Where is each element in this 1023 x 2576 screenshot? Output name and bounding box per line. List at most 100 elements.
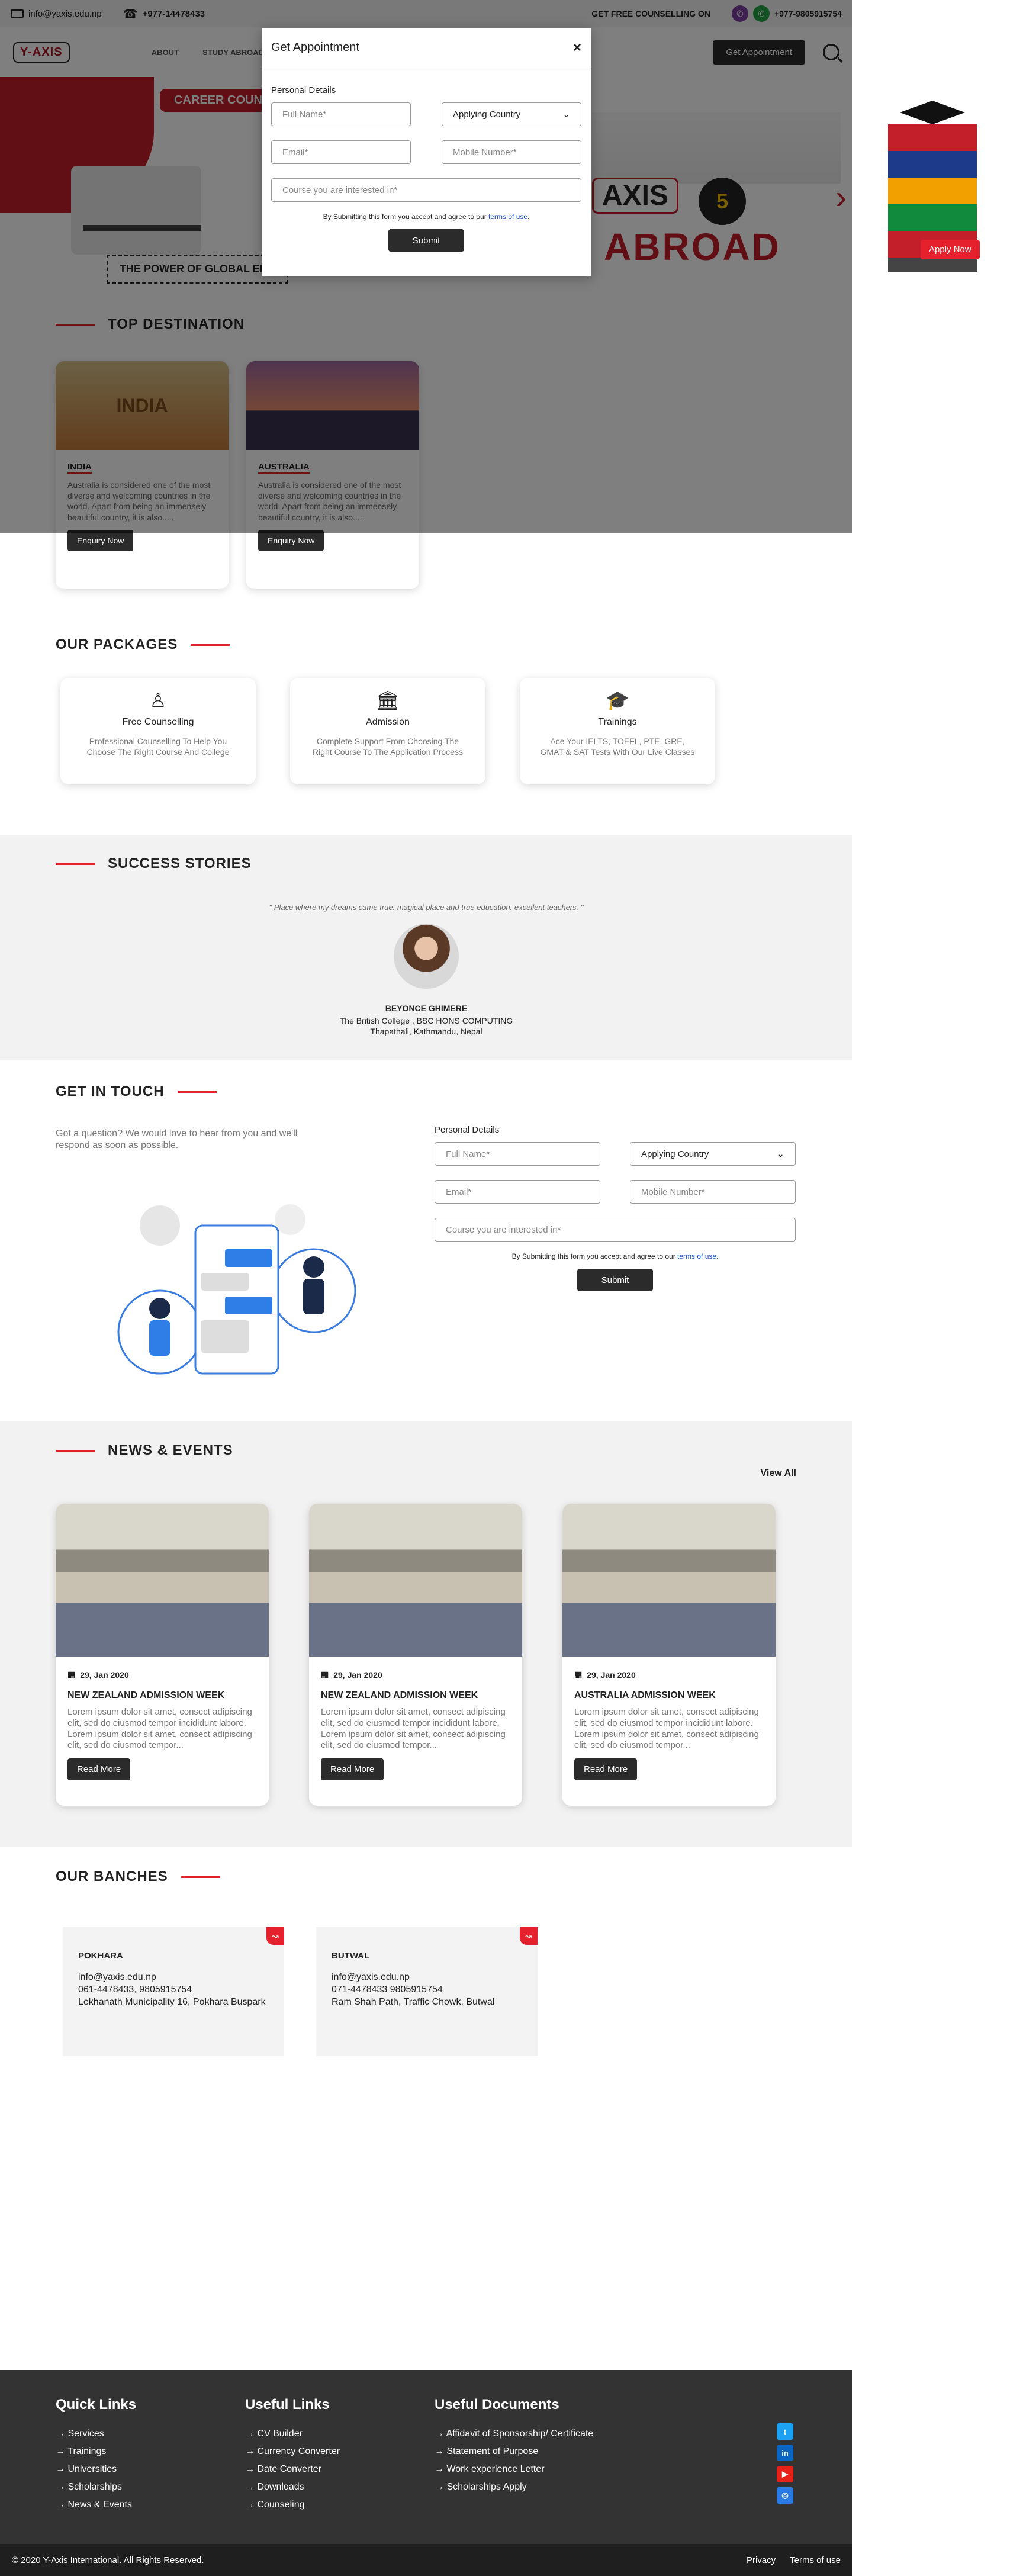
- footer-useful-links: Useful Links → CV Builder → Currency Con…: [245, 2397, 340, 2510]
- footer-link[interactable]: → Affidavit of Sponsorship/ Certificate: [435, 2429, 593, 2439]
- submit-button[interactable]: Submit: [388, 229, 464, 252]
- contact-illustration: [117, 1204, 356, 1375]
- news-text: Lorem ipsum dolor sit amet, consect adip…: [574, 1707, 759, 1751]
- admission-icon: 🏛: [375, 690, 400, 711]
- branch-phone[interactable]: 071-4478433 9805915754: [332, 1984, 522, 1996]
- course-field[interactable]: Course you are interested in*: [271, 178, 581, 202]
- branch-tag-icon: ↝: [520, 1927, 538, 1945]
- enquiry-button[interactable]: Enquiry Now: [67, 529, 134, 551]
- youtube-icon[interactable]: ▶: [777, 2466, 793, 2482]
- footer-link[interactable]: → News & Events: [56, 2500, 136, 2510]
- footer-documents: Useful Documents → Affidavit of Sponsors…: [435, 2397, 594, 2493]
- full-name-field[interactable]: Full Name*: [271, 102, 411, 126]
- news-events-section: NEWS & EVENTS View All ▦ 29, Jan 2020 NEW…: [0, 1421, 852, 1847]
- news-text: Lorem ipsum dolor sit amet, consect adip…: [321, 1707, 506, 1751]
- full-name-field[interactable]: Full Name*: [435, 1142, 600, 1166]
- footer-link[interactable]: → Date Converter: [245, 2464, 340, 2475]
- section-title: GET IN TOUCH: [56, 1083, 217, 1100]
- footer-link[interactable]: → CV Builder: [245, 2429, 340, 2439]
- read-more-button[interactable]: Read More: [321, 1758, 384, 1780]
- chevron-down-icon: ⌄: [562, 110, 570, 120]
- section-title: NEWS & EVENTS: [56, 1442, 233, 1459]
- calendar-icon: ▦: [67, 1670, 76, 1679]
- modal-title: Get Appointment: [271, 41, 359, 54]
- calendar-icon: ▦: [574, 1670, 583, 1679]
- news-image: [56, 1504, 269, 1657]
- chevron-down-icon: ⌄: [777, 1149, 784, 1159]
- linkedin-icon[interactable]: in: [777, 2445, 793, 2461]
- branch-email[interactable]: info@yaxis.edu.np: [332, 1972, 522, 1984]
- terms-link[interactable]: terms of use: [677, 1252, 716, 1260]
- privacy-link[interactable]: Privacy: [747, 2555, 776, 2565]
- submit-button[interactable]: Submit: [577, 1269, 653, 1291]
- footer-link[interactable]: → Counseling: [245, 2500, 340, 2510]
- apply-promo: Apply Now: [852, 65, 1023, 296]
- copyright-text: © 2020 Y-Axis International. All Rights …: [12, 2555, 204, 2565]
- package-card[interactable]: 🏛 Admission Complete Support From Choosi…: [290, 678, 485, 784]
- news-card: ▦ 29, Jan 2020 NEW ZEALAND ADMISSION WEEK…: [309, 1504, 522, 1806]
- instagram-icon[interactable]: ◎: [777, 2487, 793, 2504]
- social-links: t in ▶ ◎: [777, 2423, 793, 2504]
- footer-link[interactable]: → Statement of Purpose: [435, 2446, 593, 2457]
- apply-now-button[interactable]: Apply Now: [921, 240, 980, 259]
- course-field[interactable]: Course you are interested in*: [435, 1218, 796, 1242]
- package-card[interactable]: ♙ Free Counselling Professional Counsell…: [60, 678, 256, 784]
- terms-footer-link[interactable]: Terms of use: [790, 2555, 841, 2565]
- package-title: Trainings: [598, 717, 637, 727]
- footer-link[interactable]: → Universities: [56, 2464, 136, 2475]
- news-title: NEW ZEALAND ADMISSION WEEK: [67, 1690, 225, 1700]
- footer-link[interactable]: → Trainings: [56, 2446, 136, 2457]
- title-line: [56, 863, 95, 865]
- footer-link[interactable]: → Scholarships: [56, 2482, 136, 2493]
- agree-text: By Submitting this form you accept and a…: [323, 213, 530, 221]
- news-date: ▦ 29, Jan 2020: [321, 1670, 382, 1680]
- news-image: [562, 1504, 776, 1657]
- enquiry-button[interactable]: Enquiry Now: [258, 529, 324, 551]
- read-more-button[interactable]: Read More: [67, 1758, 131, 1780]
- twitter-icon[interactable]: t: [777, 2423, 793, 2440]
- package-text: Ace Your IELTS, TOEFL, PTE, GRE, GMAT & …: [540, 737, 695, 757]
- title-line: [181, 1876, 220, 1878]
- counselling-icon: ♙: [149, 690, 167, 711]
- package-card[interactable]: 🎓 Trainings Ace Your IELTS, TOEFL, PTE, …: [520, 678, 715, 784]
- footer-link[interactable]: → Work experience Letter: [435, 2464, 593, 2475]
- country-select[interactable]: Applying Country ⌄: [442, 102, 581, 126]
- news-date: ▦ 29, Jan 2020: [67, 1670, 129, 1680]
- news-image: [309, 1504, 522, 1657]
- contact-form: Personal Details Full Name* Applying Cou…: [435, 1125, 796, 1291]
- branch-email[interactable]: info@yaxis.edu.np: [78, 1972, 269, 1984]
- agree-text: By Submitting this form you accept and a…: [511, 1252, 719, 1260]
- title-line: [56, 1449, 95, 1452]
- branch-name: BUTWAL: [332, 1951, 370, 1961]
- branch-address: Lekhanath Municipality 16, Pokhara Buspa…: [78, 1996, 266, 2007]
- calendar-icon: ▦: [321, 1670, 329, 1679]
- testimonial-quote: " Place where my dreams came true. magic…: [269, 903, 584, 912]
- package-text: Professional Counselling To Help You Cho…: [86, 737, 230, 757]
- news-card: ▦ 29, Jan 2020 NEW ZEALAND ADMISSION WEEK…: [56, 1504, 269, 1806]
- country-select[interactable]: Applying Country ⌄: [630, 1142, 796, 1166]
- avatar: [394, 924, 459, 989]
- news-text: Lorem ipsum dolor sit amet, consect adip…: [67, 1707, 252, 1751]
- branch-card: ↝ BUTWAL info@yaxis.edu.np 071-4478433 9…: [316, 1927, 538, 2056]
- mobile-field[interactable]: Mobile Number*: [442, 140, 581, 164]
- branch-phone[interactable]: 061-4478433, 9805915754: [78, 1984, 269, 1996]
- footer-link[interactable]: → Services: [56, 2429, 136, 2439]
- section-title: OUR PACKAGES: [56, 636, 230, 653]
- view-all-link[interactable]: View All: [761, 1468, 796, 1479]
- package-title: Free Counselling: [122, 717, 194, 727]
- close-icon[interactable]: ×: [573, 40, 581, 56]
- footer-link[interactable]: → Downloads: [245, 2482, 340, 2493]
- testimonial-name: BEYONCE GHIMERE: [385, 1004, 468, 1013]
- footer-link[interactable]: → Currency Converter: [245, 2446, 340, 2457]
- read-more-button[interactable]: Read More: [574, 1758, 638, 1780]
- package-text: Complete Support From Choosing The Right…: [313, 737, 463, 757]
- footer-link[interactable]: → Scholarships Apply: [435, 2482, 593, 2493]
- news-card: ▦ 29, Jan 2020 AUSTRALIA ADMISSION WEEK L…: [562, 1504, 776, 1806]
- terms-link[interactable]: terms of use: [488, 213, 527, 221]
- mobile-field[interactable]: Mobile Number*: [630, 1180, 796, 1204]
- email-field[interactable]: Email*: [271, 140, 411, 164]
- email-field[interactable]: Email*: [435, 1180, 600, 1204]
- branch-card: ↝ POKHARA info@yaxis.edu.np 061-4478433,…: [63, 1927, 284, 2056]
- form-section-label: Personal Details: [271, 85, 336, 95]
- get-in-touch-section: GET IN TOUCH Got a question? We would lo…: [0, 1060, 852, 1421]
